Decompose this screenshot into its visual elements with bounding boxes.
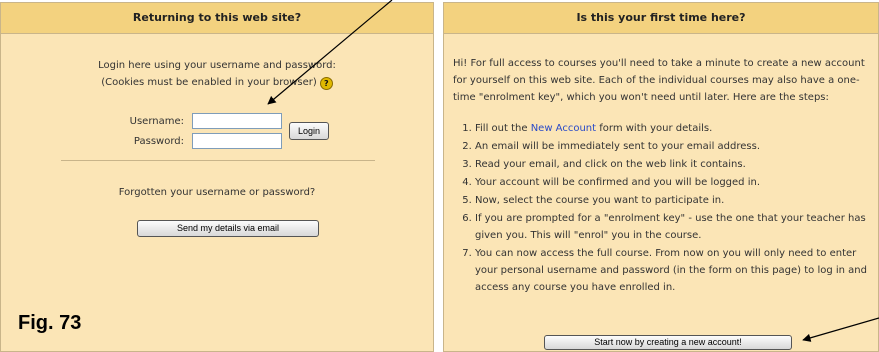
- divider: [61, 160, 375, 161]
- returning-header: Returning to this web site?: [1, 3, 433, 34]
- step-1: Fill out the New Account form with your …: [475, 120, 875, 138]
- step-4: Your account will be confirmed and you w…: [475, 174, 875, 192]
- steps-list: Fill out the New Account form with your …: [453, 120, 875, 297]
- forgot-text: Forgotten your username or password?: [118, 187, 316, 198]
- step-1-before: Fill out the: [475, 123, 531, 134]
- password-label: Password:: [133, 136, 184, 147]
- returning-panel: Returning to this web site? Login here u…: [0, 2, 434, 352]
- step-5: Now, select the course you want to parti…: [475, 192, 875, 210]
- new-account-link[interactable]: New Account: [531, 123, 596, 134]
- help-icon[interactable]: ?: [319, 77, 333, 90]
- step-7: You can now access the full course. From…: [475, 245, 875, 297]
- login-instructions: Login here using your username and passw…: [1, 57, 433, 91]
- password-input[interactable]: [192, 133, 282, 149]
- step-3: Read your email, and click on the web li…: [475, 156, 875, 174]
- first-time-content: Hi! For full access to courses you'll ne…: [453, 55, 875, 297]
- username-label: Username:: [129, 116, 184, 127]
- first-time-panel: Is this your first time here? Hi! For fu…: [443, 2, 879, 352]
- step-6: If you are prompted for a "enrolment key…: [475, 210, 875, 245]
- login-instructions-line2-wrap: (Cookies must be enabled in your browser…: [1, 74, 433, 91]
- login-instructions-line2: (Cookies must be enabled in your browser…: [101, 77, 317, 88]
- first-time-header: Is this your first time here?: [444, 3, 878, 34]
- step-2: An email will be immediately sent to you…: [475, 138, 875, 156]
- figure-label: Fig. 73: [18, 312, 82, 334]
- create-account-button[interactable]: Start now by creating a new account!: [544, 335, 792, 350]
- login-button[interactable]: Login: [289, 122, 329, 140]
- login-instructions-line1: Login here using your username and passw…: [98, 60, 336, 71]
- first-time-intro: Hi! For full access to courses you'll ne…: [453, 58, 865, 103]
- send-details-button[interactable]: Send my details via email: [137, 220, 319, 237]
- username-input[interactable]: [192, 113, 282, 129]
- step-1-after: form with your details.: [596, 123, 713, 134]
